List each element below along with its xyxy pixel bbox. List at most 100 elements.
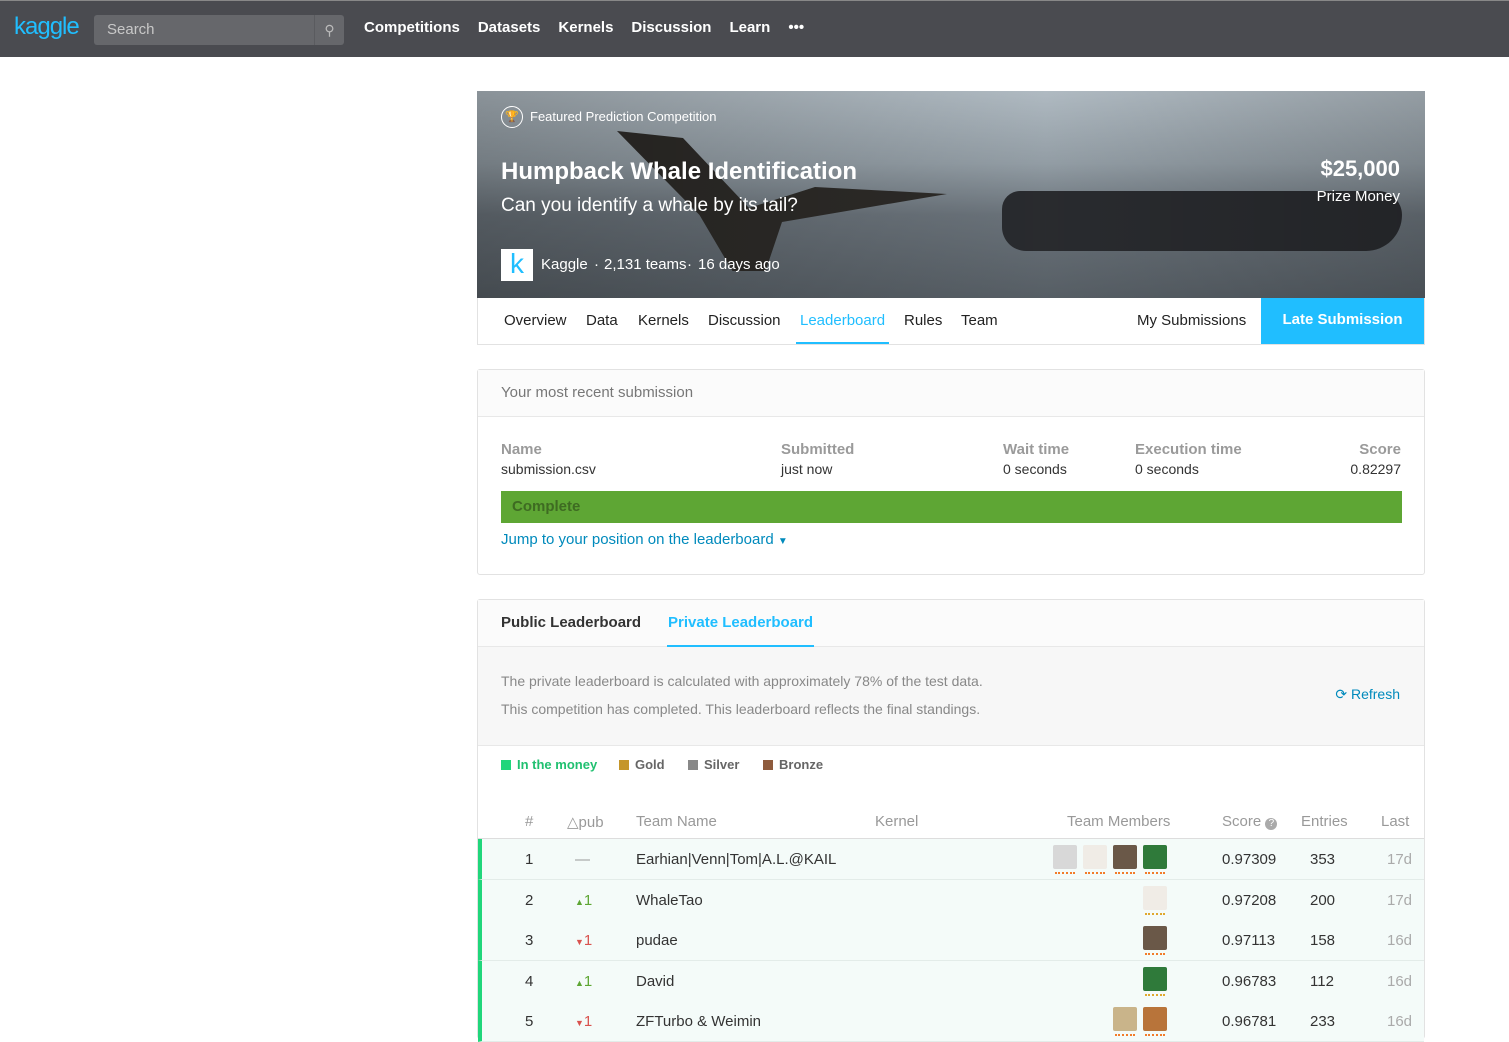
submitted-label: Submitted (781, 441, 855, 458)
score: 0.97309 (1222, 851, 1277, 868)
col-entries[interactable]: Entries (1301, 813, 1348, 830)
legend-silver: Silver (688, 757, 739, 772)
entries: 353 (1310, 851, 1336, 868)
refresh-button[interactable]: ⟳ Refresh (1335, 686, 1400, 703)
trophy-icon: 🏆 (501, 106, 523, 128)
member-avatar[interactable] (1113, 845, 1137, 869)
member-avatar[interactable] (1143, 926, 1167, 950)
more-icon[interactable]: ••• (788, 19, 804, 36)
late-submission-button[interactable]: Late Submission (1261, 298, 1424, 344)
last: 17d (1387, 891, 1413, 909)
leaderboard-row[interactable]: 1 — Earhian|Venn|Tom|A.L.@KAIL 0.97309 3… (478, 839, 1424, 880)
last: 16d (1387, 972, 1413, 990)
tab-discussion[interactable]: Discussion (708, 312, 781, 329)
entries: 158 (1310, 932, 1336, 949)
nav-learn[interactable]: Learn (729, 19, 770, 36)
member-avatar[interactable] (1143, 966, 1167, 991)
host-name[interactable]: Kaggle (541, 256, 588, 273)
member-avatar[interactable] (1143, 885, 1167, 910)
competition-tabs: Overview Data Kernels Discussion Leaderb… (477, 298, 1425, 345)
score-label: Score (1359, 441, 1401, 458)
col-delta[interactable]: △pub (567, 813, 604, 831)
member-avatar[interactable] (1113, 1007, 1137, 1031)
delta-pub: ▲1 (575, 891, 593, 909)
nav-kernels[interactable]: Kernels (558, 19, 613, 36)
prize-amount: $25,000 (1320, 156, 1400, 181)
search-icon[interactable]: ⚲ (314, 15, 344, 45)
team-name[interactable]: WhaleTao (636, 892, 703, 909)
legend-gold: Gold (619, 757, 665, 772)
tab-kernels[interactable]: Kernels (638, 312, 689, 329)
last: 16d (1387, 932, 1413, 949)
kaggle-logo[interactable]: kaggle (14, 13, 80, 41)
col-team-members[interactable]: Team Members (1067, 813, 1170, 830)
wait-label: Wait time (1003, 441, 1070, 458)
entries: 200 (1310, 891, 1336, 909)
leaderboard-row[interactable]: 3 ▼1 pudae 0.97113 158 16d (478, 920, 1424, 961)
team-name[interactable]: pudae (636, 932, 678, 949)
competition-subtitle: Can you identify a whale by its tail? (501, 195, 798, 216)
rank: 3 (525, 932, 534, 949)
col-team-name[interactable]: Team Name (636, 813, 717, 830)
tab-private-leaderboard[interactable]: Private Leaderboard (667, 614, 815, 647)
nav-datasets[interactable]: Datasets (478, 19, 541, 36)
nav-competitions[interactable]: Competitions (364, 19, 460, 36)
exec-label: Execution time (1135, 441, 1242, 458)
tab-leaderboard[interactable]: Leaderboard (796, 312, 890, 344)
leaderboard-row[interactable]: 4 ▲1 David 0.96783 112 16d (478, 960, 1424, 1002)
jump-to-position-link[interactable]: Jump to your position on the leaderboard… (501, 531, 788, 548)
tab-overview[interactable]: Overview (504, 312, 567, 329)
leaderboard-row[interactable]: 5 ▼1 ZFTurbo & Weimin 0.96781 233 16d (478, 1001, 1424, 1042)
tab-data[interactable]: Data (586, 312, 618, 329)
entries: 233 (1310, 1013, 1336, 1030)
recent-submission-card: Your most recent submission Name submissi… (477, 369, 1425, 575)
tab-public-leaderboard[interactable]: Public Leaderboard (501, 614, 641, 631)
competition-banner: 🏆 Featured Prediction Competition Humpba… (477, 91, 1425, 298)
nav-discussion[interactable]: Discussion (631, 19, 711, 36)
leaderboard-row[interactable]: 2 ▲1 WhaleTao 0.97208 200 17d (478, 879, 1424, 921)
team-name[interactable]: David (636, 973, 674, 990)
team-name[interactable]: ZFTurbo & Weimin (636, 1013, 761, 1030)
col-last[interactable]: Last (1381, 813, 1409, 830)
competition-age: 16 days ago (698, 256, 780, 273)
tab-team[interactable]: Team (961, 312, 998, 329)
rank: 1 (525, 851, 534, 868)
rank: 5 (525, 1013, 534, 1030)
search-input[interactable]: Search ⚲ (94, 15, 344, 45)
last: 17d (1387, 851, 1413, 868)
search-placeholder: Search (107, 21, 155, 38)
col-score[interactable]: Score ? (1222, 813, 1278, 830)
status-bar: Complete (501, 491, 1402, 523)
my-submissions-button[interactable]: My Submissions (1137, 312, 1246, 329)
delta-pub: ▲1 (575, 972, 593, 990)
col-kernel[interactable]: Kernel (875, 813, 918, 830)
member-avatar[interactable] (1083, 845, 1107, 869)
submitted-value: just now (781, 461, 833, 477)
tab-rules[interactable]: Rules (904, 312, 942, 329)
score: 0.96783 (1222, 972, 1277, 990)
refresh-label: Refresh (1350, 686, 1400, 702)
caret-down-icon: ▼ (777, 536, 788, 547)
entries: 112 (1310, 972, 1334, 990)
legend-in-the-money: In the money (501, 757, 597, 772)
score: 0.96781 (1222, 1013, 1277, 1030)
help-icon[interactable]: ? (1265, 818, 1278, 830)
team-name[interactable]: Earhian|Venn|Tom|A.L.@KAIL (636, 851, 836, 868)
delta-pub: ▼1 (575, 932, 593, 949)
col-rank[interactable]: # (525, 813, 533, 830)
host-logo: k (501, 249, 533, 281)
score-value: 0.82297 (1350, 461, 1401, 477)
member-avatar[interactable] (1143, 1007, 1167, 1031)
refresh-icon: ⟳ (1335, 686, 1348, 702)
info-text-2: This competition has completed. This lea… (501, 701, 981, 717)
member-avatar[interactable] (1143, 845, 1167, 869)
wait-value: 0 seconds (1003, 461, 1067, 477)
delta-pub: ▼1 (575, 1013, 593, 1030)
score: 0.97113 (1222, 932, 1276, 949)
legend-bronze: Bronze (763, 757, 823, 772)
score: 0.97208 (1222, 891, 1277, 909)
competition-title: Humpback Whale Identification (501, 158, 858, 185)
submission-name: submission.csv (501, 461, 596, 477)
member-avatar[interactable] (1053, 845, 1077, 869)
delta-pub: — (575, 851, 590, 868)
